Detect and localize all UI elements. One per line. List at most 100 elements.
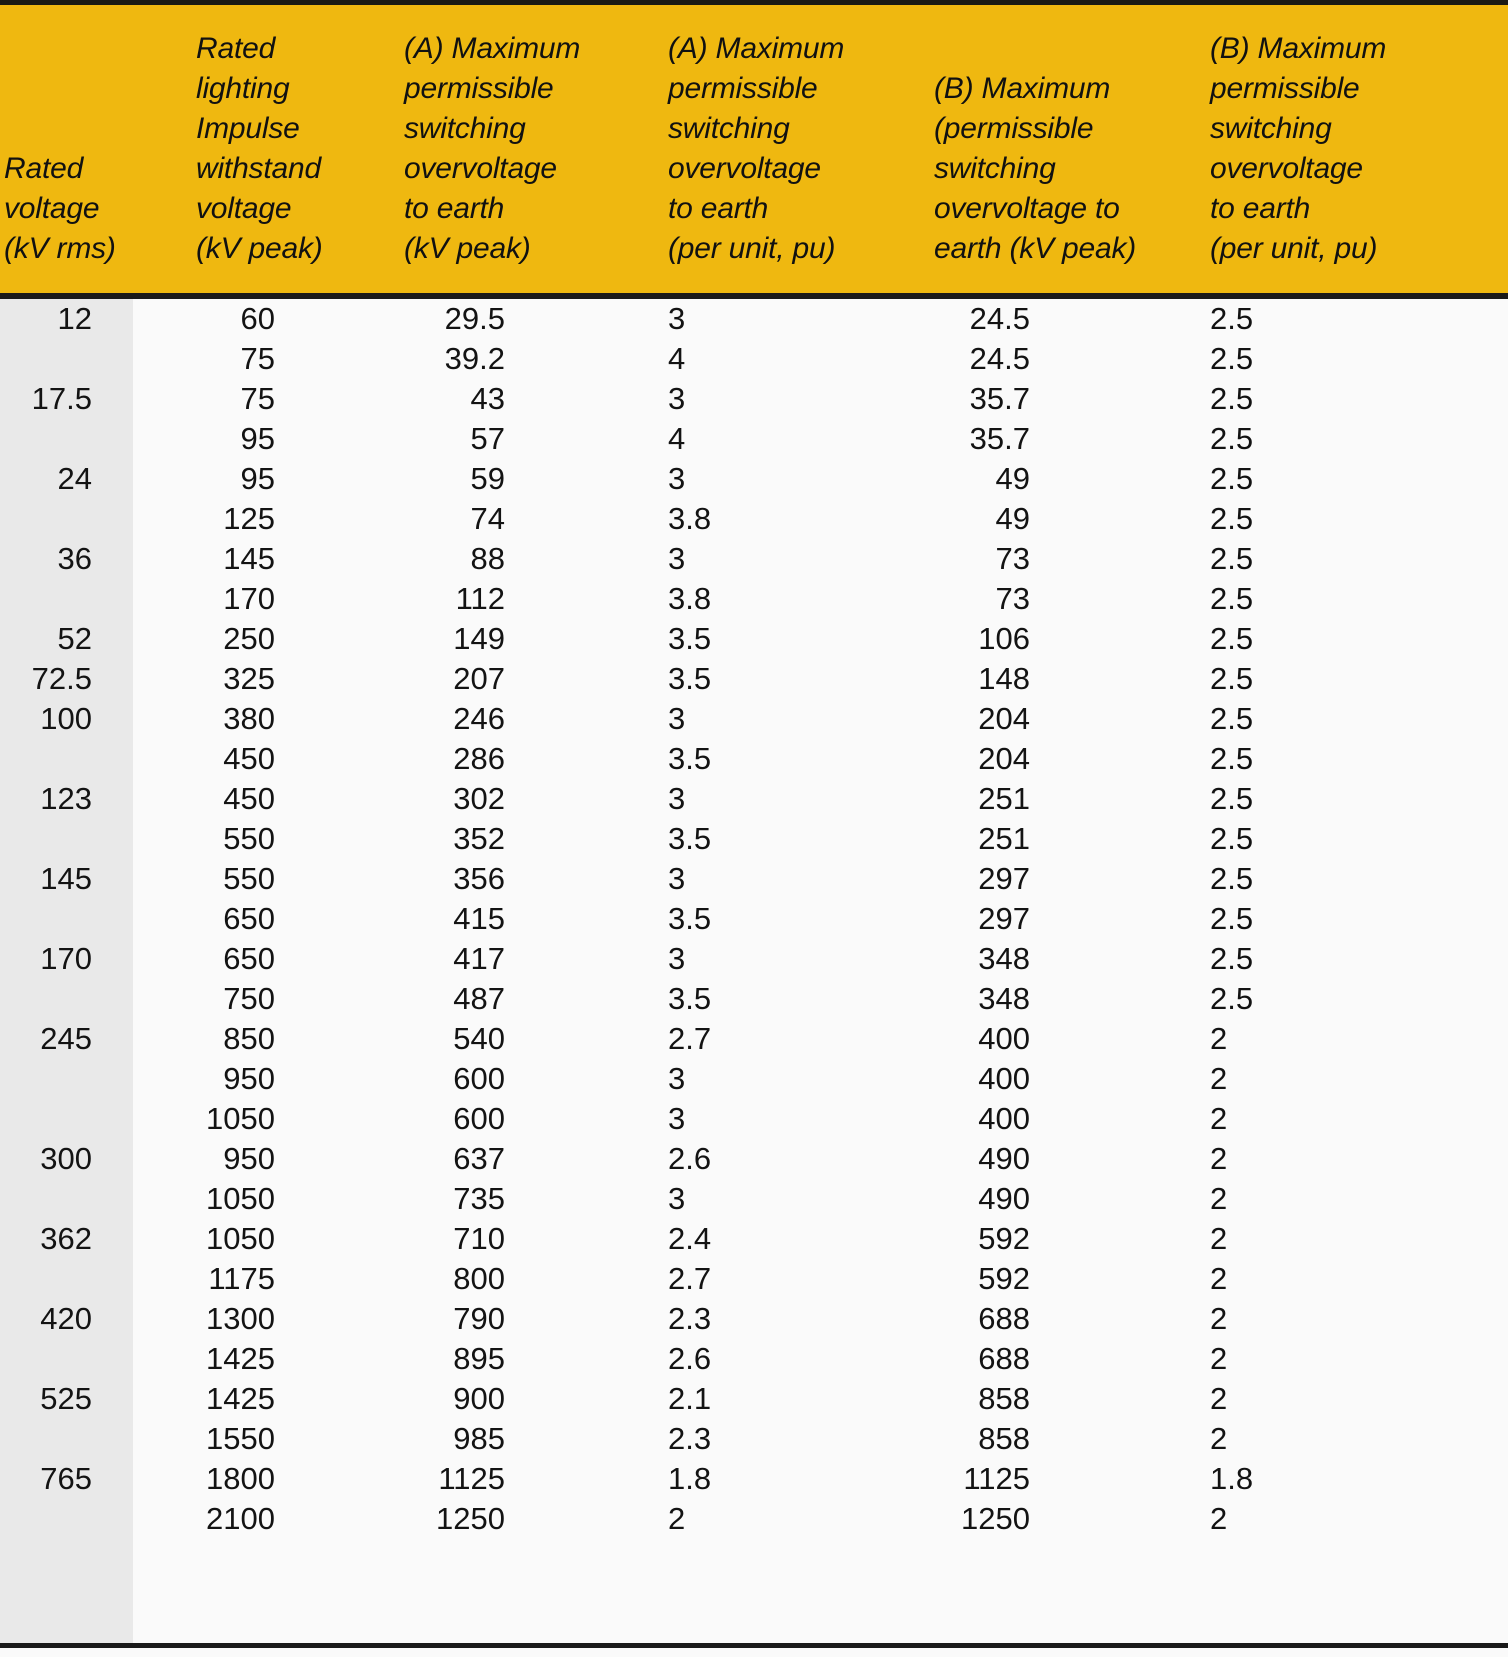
table-cell: 297 — [978, 901, 1030, 936]
table-cell: 490 — [978, 1181, 1030, 1216]
table-cell: 39.2 — [444, 341, 505, 376]
table-cell: 850 — [223, 1021, 275, 1056]
table-cell: 3 — [668, 1061, 686, 1096]
table-cell: 858 — [978, 1381, 1030, 1416]
table-row: 950 600 3 400 2 — [0, 1059, 1508, 1099]
table-cell: 52 — [57, 621, 92, 656]
table-cell: 650 — [223, 941, 275, 976]
table-row: 650 415 3.5 297 2.5 — [0, 899, 1508, 939]
table-cell: 325 — [223, 661, 275, 696]
table-row: 362 1050 710 2.4 592 2 — [0, 1219, 1508, 1259]
table-cell: 1.8 — [1210, 1461, 1254, 1496]
table-row: 1050 735 3 490 2 — [0, 1179, 1508, 1219]
table-row: 245 850 540 2.7 400 2 — [0, 1019, 1508, 1059]
table-cell: 2.5 — [1210, 781, 1254, 816]
table-cell: 2.7 — [668, 1261, 712, 1296]
table-cell: 2.3 — [668, 1301, 712, 1336]
table-cell: 207 — [453, 661, 505, 696]
table-cell: 895 — [453, 1341, 505, 1376]
table-row: 170 650 417 3 348 2.5 — [0, 939, 1508, 979]
table-cell: 2.6 — [668, 1341, 712, 1376]
table-cell: 3 — [668, 541, 686, 576]
table-cell: 1425 — [206, 1381, 275, 1416]
table-cell: 112 — [455, 581, 505, 616]
table-cell: 3 — [668, 1181, 686, 1216]
table-cell: 2.5 — [1210, 461, 1254, 496]
table-cell: 3.8 — [668, 501, 712, 536]
table-row: 1050 600 3 400 2 — [0, 1099, 1508, 1139]
table-bottom-rule — [0, 1643, 1508, 1648]
table-cell: 2.5 — [1210, 421, 1254, 456]
table-cell: 2.5 — [1210, 981, 1254, 1016]
table-row: 170 112 3.8 73 2.5 — [0, 579, 1508, 619]
table-cell: 145 — [40, 861, 92, 896]
table-row: 1175 800 2.7 592 2 — [0, 1259, 1508, 1299]
table-cell: 400 — [978, 1061, 1030, 1096]
table-row: 300 950 637 2.6 490 2 — [0, 1139, 1508, 1179]
table-cell: 950 — [223, 1061, 275, 1096]
table-cell: 2 — [1210, 1301, 1228, 1336]
table-cell: 43 — [470, 381, 505, 416]
table-cell: 170 — [223, 581, 275, 616]
table-row: 72.5 325 207 3.5 148 2.5 — [0, 659, 1508, 699]
table-cell: 2.5 — [1210, 621, 1254, 656]
table-cell: 2 — [668, 1501, 686, 1536]
table-cell: 2.3 — [668, 1421, 712, 1456]
table-row: 125 74 3.8 49 2.5 — [0, 499, 1508, 539]
table-row: 525 1425 900 2.1 858 2 — [0, 1379, 1508, 1419]
table-cell: 3 — [668, 1101, 686, 1136]
table-cell: 1125 — [438, 1461, 505, 1496]
table-row: 1550 985 2.3 858 2 — [0, 1419, 1508, 1459]
table-cell: 490 — [978, 1141, 1030, 1176]
table-cell: 302 — [453, 781, 505, 816]
table-row: 100 380 246 3 204 2.5 — [0, 699, 1508, 739]
table-cell: 3 — [668, 941, 686, 976]
table-cell: 417 — [453, 941, 505, 976]
table-cell: 650 — [223, 901, 275, 936]
table-cell: 3.5 — [668, 901, 712, 936]
table-cell: 1050 — [206, 1101, 275, 1136]
table-cell: 250 — [223, 621, 275, 656]
table-cell: 400 — [978, 1021, 1030, 1056]
table-cell: 348 — [978, 981, 1030, 1016]
table-cell: 1250 — [436, 1501, 505, 1536]
table-cell: 1800 — [206, 1461, 275, 1496]
table-cell: 2.6 — [668, 1141, 712, 1176]
table-cell: 24.5 — [969, 301, 1030, 336]
table-cell: 4 — [668, 341, 686, 376]
table-cell: 765 — [40, 1461, 92, 1496]
table-body: 12 60 29.5 3 24.5 2.5 75 39.2 4 24.5 2.5 17.5 75 43 3 3… — [0, 299, 1508, 1539]
table-cell: 1175 — [208, 1261, 275, 1296]
table-cell: 550 — [223, 861, 275, 896]
table-cell: 100 — [40, 701, 92, 736]
column-header-rated-lighting-impulse: Rated lighting Impulse withstand voltage… — [196, 32, 323, 265]
table-cell: 1250 — [961, 1501, 1030, 1536]
table-cell: 540 — [453, 1021, 505, 1056]
table-cell: 750 — [223, 981, 275, 1016]
table-cell: 36 — [57, 541, 92, 576]
table-cell: 2 — [1210, 1141, 1228, 1176]
table-cell: 3.8 — [668, 581, 712, 616]
table-row: 95 57 4 35.7 2.5 — [0, 419, 1508, 459]
table-cell: 72.5 — [31, 661, 92, 696]
table-cell: 2 — [1210, 1421, 1228, 1456]
table-cell: 450 — [223, 781, 275, 816]
table-cell: 49 — [995, 461, 1030, 496]
table-cell: 735 — [453, 1181, 505, 1216]
table-cell: 2 — [1210, 1021, 1228, 1056]
table-cell: 2 — [1210, 1261, 1228, 1296]
table-cell: 985 — [453, 1421, 505, 1456]
column-header-b-switching-kv: (B) Maximum (permissible switching overv… — [934, 72, 1137, 265]
table-cell: 149 — [453, 621, 505, 656]
column-header-b-switching-pu: (B) Maximum permissible switching overvo… — [1210, 32, 1387, 265]
table-cell: 688 — [978, 1301, 1030, 1336]
table-cell: 1300 — [206, 1301, 275, 1336]
table-cell: 57 — [470, 421, 505, 456]
table-cell: 59 — [470, 461, 505, 496]
table-row: 750 487 3.5 348 2.5 — [0, 979, 1508, 1019]
table-cell: 592 — [978, 1261, 1030, 1296]
column-header-a-switching-kv: (A) Maximum permissible switching overvo… — [404, 32, 581, 265]
table-cell: 2.4 — [668, 1221, 712, 1256]
table-cell: 800 — [453, 1261, 505, 1296]
table-cell: 3.5 — [668, 981, 712, 1016]
